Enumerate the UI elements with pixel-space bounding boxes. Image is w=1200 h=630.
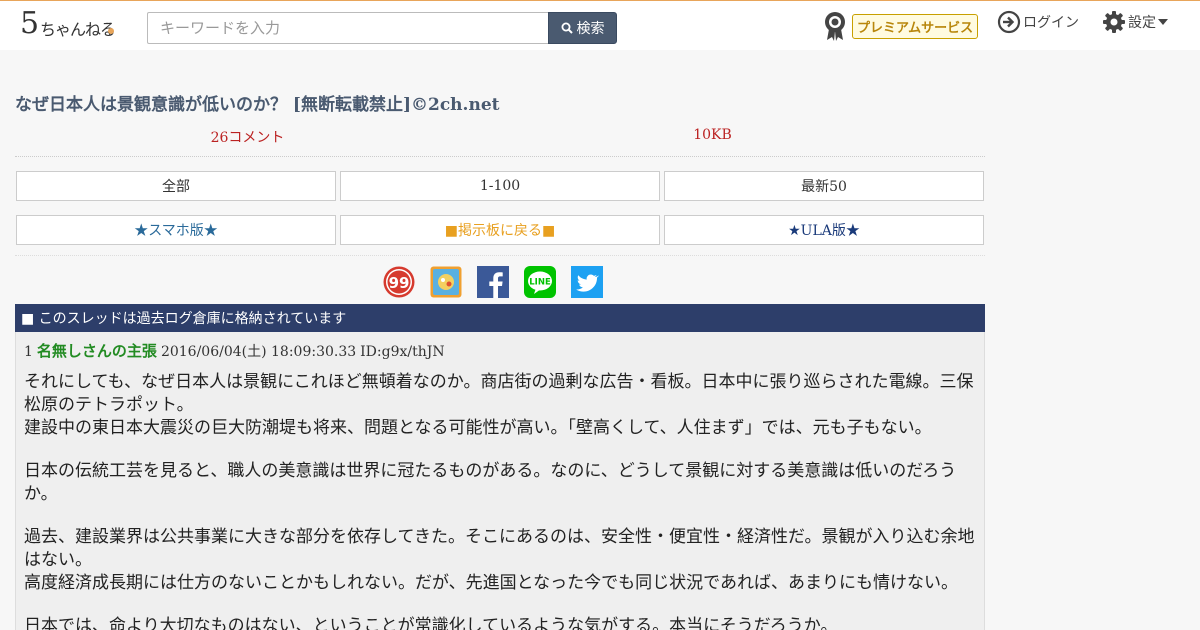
facebook-icon[interactable] [477,266,509,298]
share-buttons: 99 LINE [383,266,603,298]
divider [15,255,985,256]
search-button[interactable]: 検索 [548,12,617,44]
post-date: 2016/06/04(土) 18:09:30.33 [160,344,357,360]
nav-all-button[interactable]: 全部 [16,171,336,201]
thread-title: なぜ日本人は景観意識が低いのか？ [無断転載禁止]©2ch.net [15,95,500,115]
post-line: それにしても、なぜ日本人は景観にこれほど無頓着なのか。商店街の過剰な広告・看板。… [24,372,974,415]
nav-1-100-button[interactable]: 1-100 [340,171,660,201]
post-paragraph: 過去、建設業界は公共事業に大きな部分を依存してきた。そこにあるのは、安全性・便宜… [24,526,976,595]
site-header: 5 ちゃんねる 検索 プレミアムサービス ログイン [0,0,1200,50]
post-paragraph: それにしても、なぜ日本人は景観にこれほど無頓着なのか。商店街の過剰な広告・看板。… [24,371,976,440]
poster-name: 名無しさんの主張 [36,342,157,360]
login-label: ログイン [1023,15,1079,31]
bookmark-icon[interactable] [430,266,462,298]
post-header: 1 名無しさんの主張 2016/06/04(土) 18:09:30.33 ID:… [24,340,976,361]
thread-meta: 26コメント 10KB [15,127,985,157]
twitter-icon[interactable] [571,266,603,298]
smartphone-version-link[interactable]: ★スマホ版★ [16,215,336,245]
site-logo[interactable]: 5 ちゃんねる [20,6,116,42]
logo-text: ちゃんねる [40,20,116,39]
archive-notice-banner: ■ このスレッドは過去ログ倉庫に格納されています [15,304,985,332]
nav-latest50-button[interactable]: 最新50 [664,171,984,201]
settings-label: 設定 [1128,15,1156,31]
settings-menu[interactable]: 設定 [1102,10,1168,34]
post-line: 日本の伝統工芸を見ると、職人の美意識は世界に冠たるものがある。なのに、どうして景… [24,461,957,504]
post-1: 1 名無しさんの主張 2016/06/04(土) 18:09:30.33 ID:… [15,332,985,630]
sugu-icon[interactable]: 99 [383,266,415,298]
comment-count: 26コメント [210,130,285,146]
post-line: 高度経済成長期には仕方のないことかもしれない。だが、先進国となった今でも同じ状況… [24,573,958,593]
post-line: 過去、建設業界は公共事業に大きな部分を依存してきた。そこにあるのは、安全性・便宜… [24,527,975,570]
post-paragraph: 日本の伝統工芸を見ると、職人の美意識は世界に冠たるものがある。なのに、どうして景… [24,460,976,506]
svg-text:99: 99 [389,274,410,292]
search-input[interactable] [147,12,550,44]
ula-version-link[interactable]: ★ULA版★ [664,215,984,245]
thread-size: 10KB [693,127,732,143]
caret-down-icon [1158,19,1168,25]
version-nav: ★スマホ版★ ■掲示板に戻る■ ★ULA版★ [15,215,985,245]
search-button-label: 検索 [576,21,605,37]
logo-number: 5 [20,6,40,41]
premium-service-link[interactable]: プレミアムサービス [822,11,979,41]
login-link[interactable]: ログイン [997,10,1079,34]
svg-text:LINE: LINE [529,278,551,288]
gear-icon [1103,11,1125,33]
premium-service-label: プレミアムサービス [852,13,979,39]
poster-id[interactable]: ID:g9x/thJN [360,344,444,360]
search-icon [561,22,573,34]
line-icon[interactable]: LINE [524,266,556,298]
post-line: 日本では、命より大切なものはない、ということが常識化しているような気がする。本当… [24,616,838,630]
thread-range-nav: 全部 1-100 最新50 [15,171,985,201]
post-paragraph: 日本では、命より大切なものはない、ということが常識化しているような気がする。本当… [24,615,976,630]
logo-dot [108,28,114,34]
post-number[interactable]: 1 [24,344,33,360]
post-line: 建設中の東日本大震災の巨大防潮堤も将来、問題となる可能性が高い。「壁高くして、人… [24,418,932,438]
login-icon [997,10,1021,34]
award-ribbon-icon [825,12,845,41]
post-body: それにしても、なぜ日本人は景観にこれほど無頓着なのか。商店街の過剰な広告・看板。… [24,371,976,630]
back-to-board-link[interactable]: ■掲示板に戻る■ [340,215,660,245]
